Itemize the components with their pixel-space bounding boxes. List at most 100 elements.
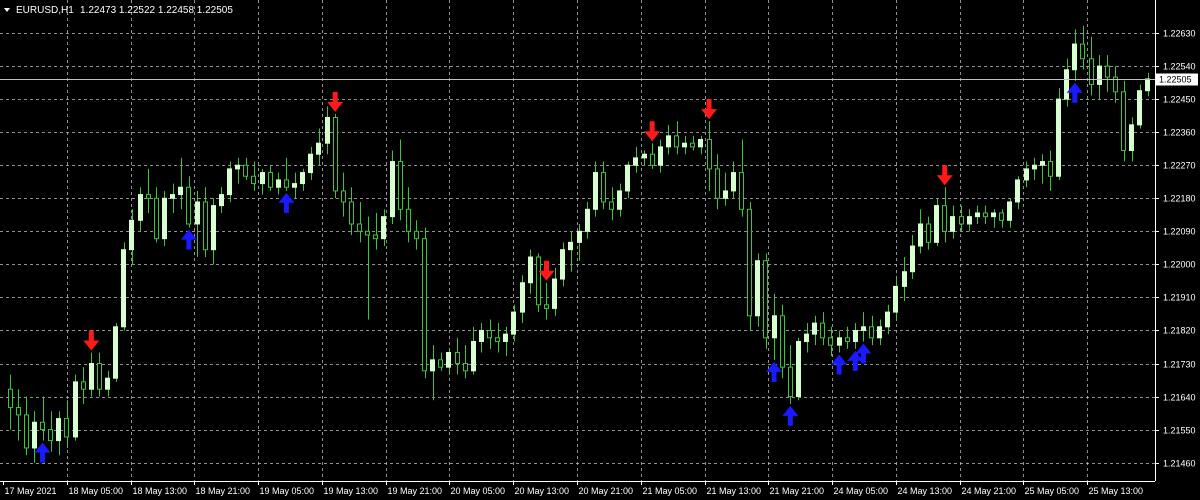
bear-candle-body bbox=[959, 216, 964, 225]
bull-candle-body bbox=[73, 381, 78, 438]
time-tick-label: 20 May 13:00 bbox=[515, 486, 570, 496]
bull-candle-body bbox=[593, 172, 598, 210]
bear-candle-body bbox=[268, 172, 273, 188]
price-tick-label: 1.22450 bbox=[1163, 95, 1196, 105]
bear-candle-body bbox=[828, 337, 833, 346]
bear-candle-body bbox=[414, 230, 419, 240]
price-tick-label: 1.21820 bbox=[1163, 326, 1196, 336]
bull-candle-body bbox=[967, 216, 972, 225]
bear-candle-body bbox=[48, 429, 53, 442]
bear-candle-body bbox=[707, 139, 712, 170]
bull-candle-body bbox=[121, 249, 126, 328]
bear-candle-body bbox=[942, 205, 947, 232]
bull-candle-body bbox=[56, 418, 61, 442]
price-chart[interactable]: 1.21460 1.21550 1.21640 1.21730 1.21820 1.219… bbox=[0, 0, 1200, 500]
ohlc-values: 1.22473 1.22522 1.22458 1.22505 bbox=[80, 5, 233, 16]
bull-candle-body bbox=[138, 194, 143, 221]
bull-candle-body bbox=[528, 256, 533, 284]
bull-candle-body bbox=[682, 142, 687, 148]
bear-candle-body bbox=[455, 351, 460, 365]
bear-candle-body bbox=[715, 168, 720, 199]
bear-candle-body bbox=[24, 414, 29, 449]
bull-candle-body bbox=[617, 190, 622, 210]
time-tick-label: 25 May 05:00 bbox=[1025, 486, 1080, 496]
current-price-label: 1.22505 bbox=[1159, 75, 1192, 85]
bull-candle-body bbox=[625, 164, 630, 192]
price-tick-label: 1.21550 bbox=[1163, 426, 1196, 436]
bear-candle-body bbox=[357, 223, 362, 232]
bull-candle-body bbox=[195, 201, 200, 225]
bull-candle-body bbox=[642, 153, 647, 159]
bear-candle-body bbox=[64, 418, 69, 438]
bull-candle-body bbox=[658, 146, 663, 166]
bull-candle-body bbox=[503, 333, 508, 342]
bull-candle-body bbox=[316, 142, 321, 155]
time-tick-label: 24 May 21:00 bbox=[962, 486, 1017, 496]
time-tick-label: 19 May 13:00 bbox=[324, 486, 379, 496]
bull-candle-body bbox=[910, 245, 915, 273]
time-tick-label: 24 May 05:00 bbox=[834, 486, 889, 496]
bull-candle-body bbox=[162, 197, 167, 240]
bull-candle-body bbox=[698, 139, 703, 148]
bear-candle-body bbox=[349, 201, 354, 225]
bull-candle-body bbox=[934, 205, 939, 243]
bear-candle-body bbox=[373, 234, 378, 240]
bear-candle-body bbox=[1048, 161, 1053, 177]
bull-candle-body bbox=[1032, 164, 1037, 170]
bull-candle-body bbox=[633, 157, 638, 166]
price-tick-label: 1.22630 bbox=[1163, 29, 1196, 39]
bull-candle-body bbox=[991, 212, 996, 218]
price-tick-label: 1.21910 bbox=[1163, 293, 1196, 303]
bull-candle-body bbox=[479, 329, 484, 342]
bull-candle-body bbox=[893, 285, 898, 313]
bear-candle-body bbox=[251, 175, 256, 185]
bear-candle-body bbox=[186, 186, 191, 225]
bear-candle-body bbox=[146, 194, 151, 199]
bull-candle-body bbox=[292, 183, 297, 188]
bull-candle-body bbox=[861, 326, 866, 331]
bull-candle-body bbox=[877, 326, 882, 339]
chart-header: EURUSD,H1 1.22473 1.22522 1.22458 1.2250… bbox=[4, 5, 233, 16]
bull-candle-body bbox=[235, 164, 240, 170]
bull-candle-body bbox=[105, 377, 110, 390]
bull-candle-body bbox=[796, 340, 801, 398]
bull-candle-body bbox=[89, 363, 94, 390]
bear-candle-body bbox=[487, 329, 492, 339]
bear-candle-body bbox=[650, 153, 655, 166]
bull-candle-body bbox=[381, 216, 386, 240]
bear-candle-body bbox=[1121, 91, 1126, 152]
price-tick-label: 1.21460 bbox=[1163, 459, 1196, 469]
chart-window[interactable]: 1.21460 1.21550 1.21640 1.21730 1.21820 1.219… bbox=[0, 0, 1200, 500]
bull-candle-body bbox=[577, 230, 582, 243]
bear-candle-body bbox=[820, 322, 825, 339]
bull-candle-body bbox=[276, 179, 281, 188]
bull-candle-body bbox=[1007, 201, 1012, 221]
bear-candle-body bbox=[601, 172, 606, 203]
bear-candle-body bbox=[739, 172, 744, 210]
bear-candle-body bbox=[16, 407, 21, 416]
bull-candle-body bbox=[950, 216, 955, 232]
bear-candle-body bbox=[40, 421, 45, 431]
bull-candle-body bbox=[32, 421, 37, 449]
bear-candle-body bbox=[422, 238, 427, 372]
bear-candle-body bbox=[284, 179, 289, 188]
bull-candle-body bbox=[227, 168, 232, 196]
bear-candle-body bbox=[1105, 65, 1110, 78]
bear-candle-body bbox=[97, 363, 102, 390]
bull-candle-body bbox=[1056, 98, 1061, 177]
bull-candle-body bbox=[1072, 43, 1077, 71]
bull-candle-body bbox=[568, 241, 573, 251]
price-tick-label: 1.22180 bbox=[1163, 194, 1196, 204]
bear-candle-body bbox=[243, 164, 248, 177]
price-tick-label: 1.22000 bbox=[1163, 260, 1196, 270]
bear-candle-body bbox=[845, 337, 850, 342]
bear-candle-body bbox=[747, 208, 752, 317]
bull-candle-body bbox=[260, 172, 265, 185]
bull-candle-body bbox=[308, 153, 313, 174]
bear-candle-body bbox=[495, 337, 500, 342]
bull-candle-body bbox=[837, 337, 842, 346]
bull-candle-body bbox=[812, 322, 817, 335]
bear-candle-body bbox=[81, 381, 86, 390]
bull-candle-body bbox=[390, 161, 395, 218]
time-tick-label: 20 May 21:00 bbox=[579, 486, 634, 496]
